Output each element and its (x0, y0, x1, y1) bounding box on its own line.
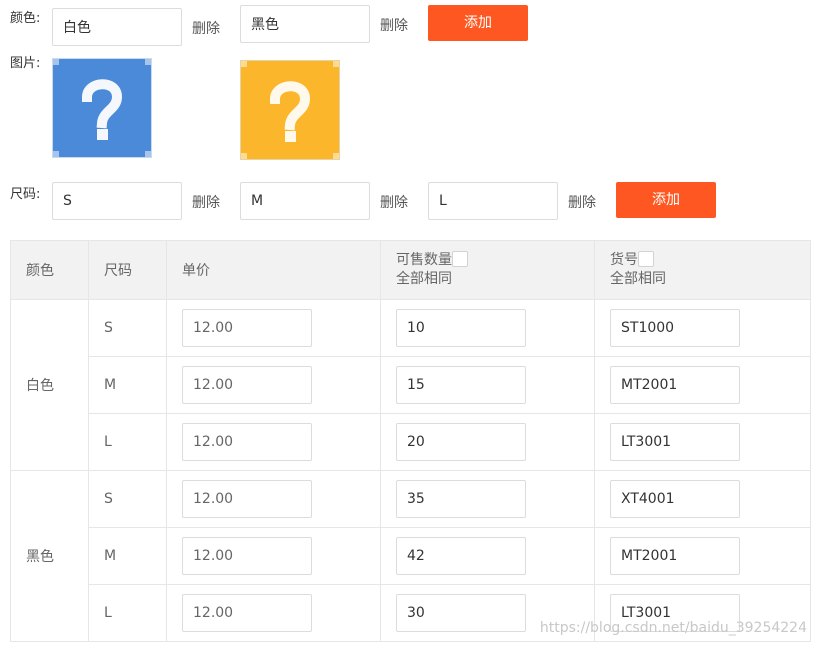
question-mark-icon (241, 61, 339, 159)
stock-input[interactable] (396, 366, 526, 404)
color-input-white[interactable] (52, 8, 182, 46)
size-label: 尺码: (10, 187, 41, 202)
stock-input[interactable] (396, 309, 526, 347)
header-stock-label: 可售数量 (396, 252, 452, 268)
stock-input[interactable] (396, 423, 526, 461)
cell-size: L (88, 413, 167, 471)
cell-size: L (88, 584, 167, 642)
cell-color: 白色 (10, 299, 89, 471)
color-image-white[interactable] (52, 58, 152, 158)
question-mark-icon (53, 59, 151, 157)
color-delete-black[interactable]: 删除 (380, 15, 408, 35)
header-stock-sub: 全部相同 (396, 271, 452, 287)
size-input-m[interactable] (240, 182, 370, 220)
table-row: 黑色 S (10, 470, 811, 642)
watermark: https://blog.csdn.net/baidu_39254224 (539, 620, 807, 636)
header-stock: 可售数量 全部相同 (380, 240, 595, 300)
stock-input[interactable] (396, 594, 526, 632)
size-delete-l[interactable]: 删除 (568, 192, 596, 212)
table-row: 白色 S (10, 299, 811, 471)
header-sku: 货号 全部相同 (594, 240, 811, 300)
size-delete-s[interactable]: 删除 (192, 192, 220, 212)
cell-color: 黑色 (10, 470, 89, 642)
cell-size: S (88, 299, 167, 357)
sku-input[interactable] (610, 480, 740, 518)
cell-size: M (88, 527, 167, 585)
color-delete-white[interactable]: 删除 (192, 18, 220, 38)
header-sku-label: 货号 (610, 252, 638, 268)
stock-input[interactable] (396, 537, 526, 575)
table-row: L (11, 413, 811, 471)
price-input[interactable] (182, 309, 312, 347)
sku-table: 颜色 尺码 单价 可售数量 全部相同 货号 全部相同 白色 S 12.00 10… (10, 240, 811, 642)
price-input[interactable] (182, 537, 312, 575)
sku-input[interactable] (610, 366, 740, 404)
color-label: 颜色: (10, 11, 41, 26)
add-color-button[interactable]: 添加 (428, 5, 528, 41)
table-header-row: 颜色 尺码 单价 可售数量 全部相同 货号 全部相同 (10, 240, 811, 300)
color-input-black[interactable] (240, 5, 370, 43)
stock-all-same-checkbox[interactable] (452, 251, 468, 267)
price-input[interactable] (182, 480, 312, 518)
sku-input[interactable] (610, 309, 740, 347)
header-color: 颜色 (10, 240, 89, 300)
header-sku-sub: 全部相同 (610, 271, 666, 287)
size-delete-m[interactable]: 删除 (380, 192, 408, 212)
price-input[interactable] (182, 366, 312, 404)
price-input[interactable] (182, 594, 312, 632)
image-label: 图片: (10, 56, 41, 71)
cell-size: M (88, 356, 167, 414)
header-size: 尺码 (88, 240, 167, 300)
color-image-black[interactable] (240, 60, 340, 160)
add-size-button[interactable]: 添加 (616, 182, 716, 218)
cell-size: S (88, 470, 167, 528)
header-price: 单价 (166, 240, 381, 300)
price-input[interactable] (182, 423, 312, 461)
size-input-s[interactable] (52, 182, 182, 220)
sku-input[interactable] (610, 537, 740, 575)
table-row: M (11, 527, 811, 585)
sku-input[interactable] (610, 423, 740, 461)
size-input-l[interactable] (428, 182, 558, 220)
table-row: M (11, 356, 811, 414)
stock-input[interactable] (396, 480, 526, 518)
sku-all-same-checkbox[interactable] (638, 251, 654, 267)
